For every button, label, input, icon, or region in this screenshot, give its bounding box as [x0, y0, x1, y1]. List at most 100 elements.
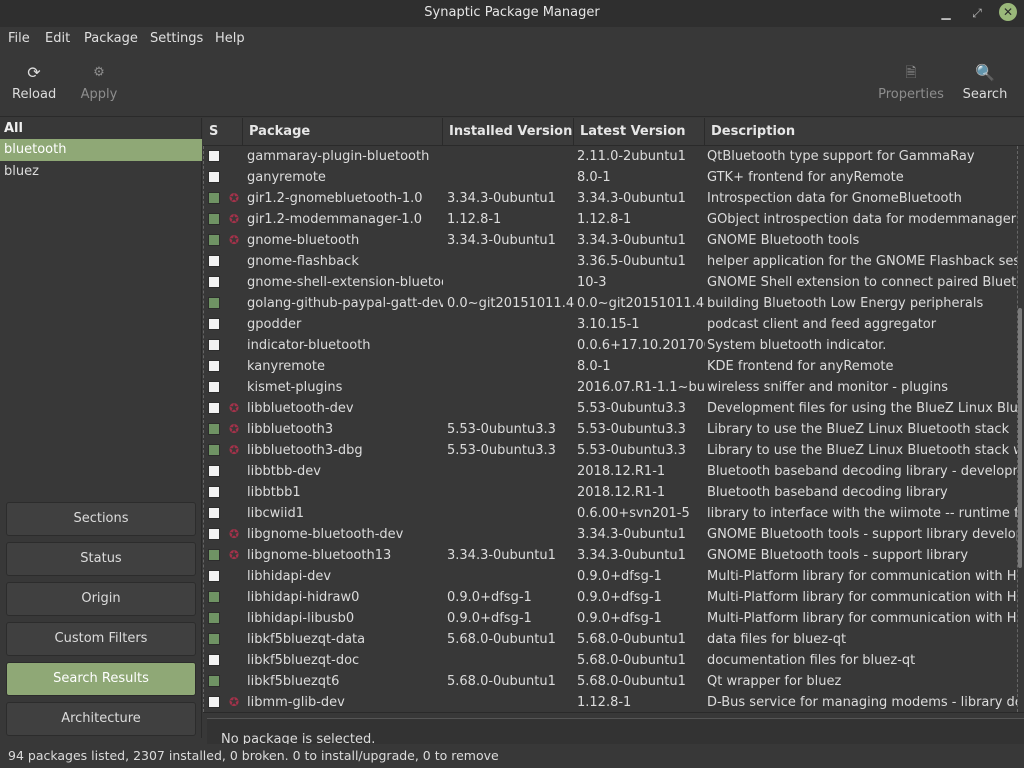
ubuntu-support-icon: ✪ [228, 212, 240, 226]
latest-version: 3.34.3-0ubuntu1 [577, 233, 686, 248]
column-package[interactable]: Package [243, 118, 443, 146]
table-row[interactable]: libcwiid1 0.6.00+svn201-5 library to inter… [204, 503, 1017, 524]
status-checkbox[interactable] [208, 192, 220, 204]
table-row[interactable]: libkf5bluezqt6 5.68.0-0ubuntu1 5.68.0-0ubu… [204, 671, 1017, 692]
table-row[interactable]: ✪ libbluetooth3 5.53-0ubuntu3.3 5.53-0ubunt… [204, 419, 1017, 440]
status-checkbox[interactable] [208, 171, 220, 183]
status-checkbox[interactable] [208, 255, 220, 267]
column-latest-version[interactable]: Latest Version [574, 118, 705, 146]
table-row[interactable]: libkf5bluezqt-doc 5.68.0-0ubuntu1 document… [204, 650, 1017, 671]
restore-icon[interactable]: ⤢ [968, 4, 986, 22]
minimize-icon[interactable]: ▁ [937, 4, 955, 22]
status-button[interactable]: Status [6, 542, 196, 576]
table-row[interactable]: libhidapi-dev 0.9.0+dfsg-1 Multi-Platform … [204, 566, 1017, 587]
status-checkbox[interactable] [208, 570, 220, 582]
status-checkbox[interactable] [208, 486, 220, 498]
table-row[interactable]: gammaray-plugin-bluetooth 2.11.0-2ubuntu1… [204, 146, 1017, 167]
table-row[interactable]: ganyremote 8.0-1 GTK+ frontend for anyRemo… [204, 167, 1017, 188]
table-row[interactable]: ✪ gir1.2-modemmanager-1.0 1.12.8-1 1.12.8-1… [204, 209, 1017, 230]
latest-version: 0.6.00+svn201-5 [577, 506, 690, 521]
search-button[interactable]: 🔍 Search [962, 63, 1008, 102]
table-row[interactable]: ✪ libmm-glib-dev 1.12.8-1 D-Bus service for… [204, 692, 1017, 712]
table-row[interactable]: libbtbb-dev 2018.12.R1-1 Bluetooth baseban… [204, 461, 1017, 482]
table-row[interactable]: ✪ libbluetooth3-dbg 5.53-0ubuntu3.3 5.53-0u… [204, 440, 1017, 461]
status-checkbox[interactable] [208, 360, 220, 372]
status-checkbox[interactable] [208, 213, 220, 225]
latest-version: 3.34.3-0ubuntu1 [577, 191, 686, 206]
status-checkbox[interactable] [208, 402, 220, 414]
status-checkbox[interactable] [208, 591, 220, 603]
package-name: gpodder [247, 317, 302, 332]
status-checkbox[interactable] [208, 612, 220, 624]
package-name: golang-github-paypal-gatt-dev [247, 296, 443, 311]
filter-item-bluetooth[interactable]: bluetooth [0, 139, 202, 161]
menu-edit[interactable]: Edit [45, 31, 70, 46]
status-checkbox[interactable] [208, 150, 220, 162]
status-checkbox[interactable] [208, 339, 220, 351]
status-checkbox[interactable] [208, 234, 220, 246]
status-checkbox[interactable] [208, 423, 220, 435]
reload-button[interactable]: ⟳ Reload [12, 63, 56, 102]
status-checkbox[interactable] [208, 633, 220, 645]
installed-version [447, 692, 575, 712]
status-bar: 94 packages listed, 2307 installed, 0 br… [0, 744, 1024, 768]
toolbar: ⟳ Reload ⚙ Apply 🗎 Properties 🔍 Search [0, 51, 1024, 117]
column-description[interactable]: Description [705, 118, 1024, 146]
table-row[interactable]: ✪ gir1.2-gnomebluetooth-1.0 3.34.3-0ubuntu… [204, 188, 1017, 209]
installed-version: 1.12.8-1 [447, 212, 502, 227]
table-row[interactable]: ✪ libbluetooth-dev 5.53-0ubuntu3.3 Developm… [204, 398, 1017, 419]
status-checkbox[interactable] [208, 675, 220, 687]
latest-version: 5.68.0-0ubuntu1 [577, 653, 686, 668]
installed-version: 3.34.3-0ubuntu1 [447, 191, 556, 206]
status-checkbox[interactable] [208, 654, 220, 666]
table-row[interactable]: ✪ gnome-bluetooth 3.34.3-0ubuntu1 3.34.3-0u… [204, 230, 1017, 251]
close-icon[interactable]: ✕ [999, 3, 1017, 21]
table-row[interactable]: ✪ libgnome-bluetooth-dev 3.34.3-0ubuntu1 GN… [204, 524, 1017, 545]
status-checkbox[interactable] [208, 318, 220, 330]
status-checkbox[interactable] [208, 507, 220, 519]
table-row[interactable]: gnome-shell-extension-bluetoot 10-3 GNOME … [204, 272, 1017, 293]
status-checkbox[interactable] [208, 465, 220, 477]
apply-button[interactable]: ⚙ Apply [79, 63, 119, 102]
status-checkbox[interactable] [208, 528, 220, 540]
details-panel: No package is selected. [203, 712, 1024, 748]
sections-button[interactable]: Sections [6, 502, 196, 536]
filter-item-bluez[interactable]: bluez [0, 161, 202, 183]
table-row[interactable]: gpodder 3.10.15-1 podcast client and feed … [204, 314, 1017, 335]
menu-file[interactable]: File [8, 31, 30, 46]
filter-list-header[interactable]: All [0, 118, 202, 139]
menu-package[interactable]: Package [84, 31, 138, 46]
vertical-scrollbar[interactable] [1018, 308, 1022, 568]
search-results-button[interactable]: Search Results [6, 662, 196, 696]
status-checkbox[interactable] [208, 444, 220, 456]
menu-help[interactable]: Help [215, 31, 245, 46]
custom-filters-button[interactable]: Custom Filters [6, 622, 196, 656]
column-status[interactable]: S [203, 118, 243, 146]
table-row[interactable]: indicator-bluetooth 0.0.6+17.10.201706 Sys… [204, 335, 1017, 356]
table-row[interactable]: kismet-plugins 2016.07.R1-1.1~buil wireles… [204, 377, 1017, 398]
status-checkbox[interactable] [208, 549, 220, 561]
package-description: Multi-Platform library for communication… [707, 611, 1018, 626]
package-name: libhidapi-libusb0 [247, 611, 355, 626]
table-row[interactable]: gnome-flashback 3.36.5-0ubuntu1 helper app… [204, 251, 1017, 272]
properties-button[interactable]: 🗎 Properties [878, 63, 944, 102]
status-checkbox[interactable] [208, 276, 220, 288]
table-row[interactable]: kanyremote 8.0-1 KDE frontend for anyRemot… [204, 356, 1017, 377]
table-row[interactable]: libkf5bluezqt-data 5.68.0-0ubuntu1 5.68.0-… [204, 629, 1017, 650]
column-installed-version[interactable]: Installed Version [443, 118, 574, 146]
table-row[interactable]: libbtbb1 2018.12.R1-1 Bluetooth baseband d… [204, 482, 1017, 503]
status-checkbox[interactable] [208, 297, 220, 309]
package-name: libbluetooth3 [247, 422, 334, 437]
table-row[interactable]: golang-github-paypal-gatt-dev 0.0~git2015… [204, 293, 1017, 314]
status-checkbox[interactable] [208, 381, 220, 393]
architecture-button[interactable]: Architecture [6, 702, 196, 736]
table-row[interactable]: ✪ libgnome-bluetooth13 3.34.3-0ubuntu1 3.34… [204, 545, 1017, 566]
status-checkbox[interactable] [208, 696, 220, 708]
table-row[interactable]: libhidapi-hidraw0 0.9.0+dfsg-1 0.9.0+dfsg-… [204, 587, 1017, 608]
origin-button[interactable]: Origin [6, 582, 196, 616]
installed-version [447, 335, 575, 356]
package-description: GTK+ frontend for anyRemote [707, 170, 904, 185]
menu-settings[interactable]: Settings [150, 31, 203, 46]
package-description: Qt wrapper for bluez [707, 674, 842, 689]
table-row[interactable]: libhidapi-libusb0 0.9.0+dfsg-1 0.9.0+dfsg-… [204, 608, 1018, 629]
